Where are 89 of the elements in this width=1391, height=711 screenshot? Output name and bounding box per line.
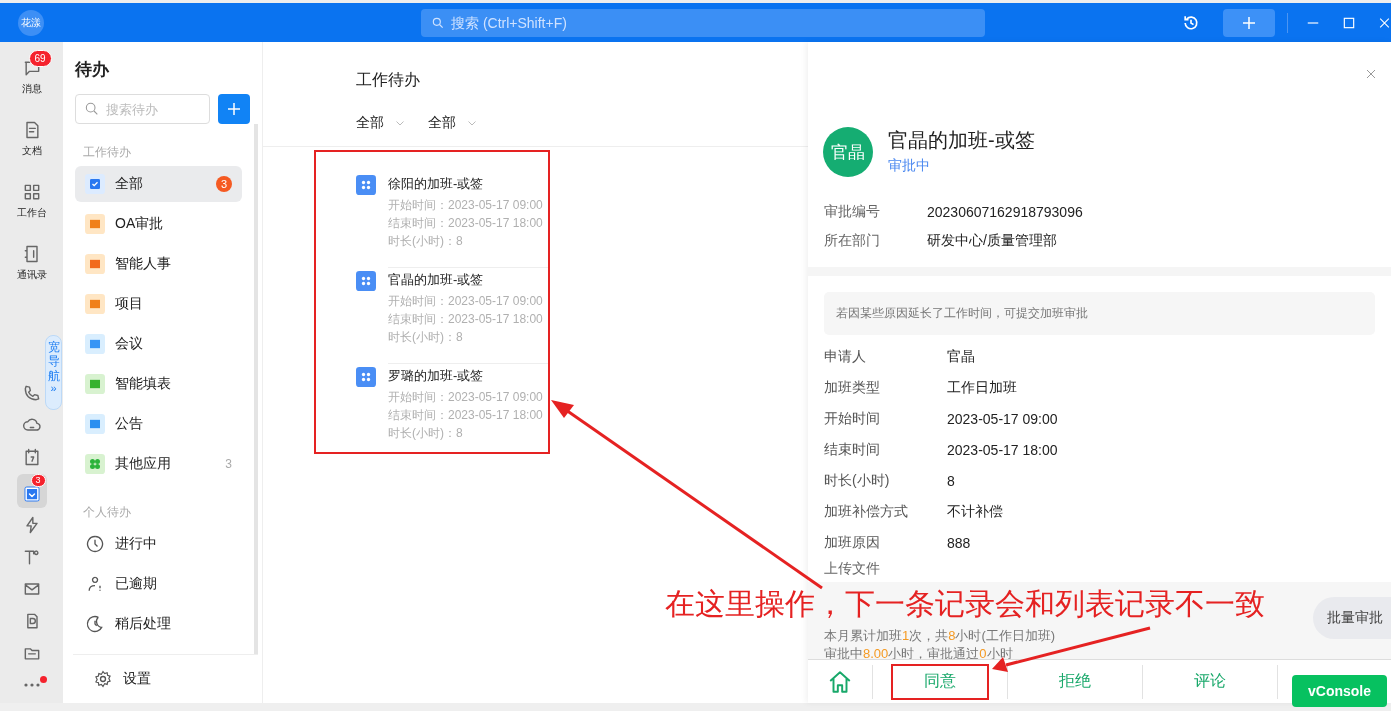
rail-label: 通讯录: [16, 268, 47, 282]
field-label: 开始时间: [824, 409, 881, 428]
sidebar-item[interactable]: 全部 3: [75, 166, 242, 202]
section-heading: 个人待办: [82, 504, 132, 521]
summary-text: 本月累计加班1次，共8小时(工作日加班): [824, 627, 1057, 645]
list-title: 工作待办: [355, 70, 421, 90]
settings-icon: [93, 669, 113, 689]
field-label: 加班补偿方式: [824, 502, 909, 521]
close-icon[interactable]: [1378, 15, 1391, 30]
category-icon: [85, 294, 105, 314]
category-icon: [85, 334, 105, 354]
summary-text: 审批中8.00小时，审批通过0小时: [824, 645, 1014, 659]
todo-search-field[interactable]: 搜索待办: [75, 94, 210, 124]
settings-item[interactable]: 设置: [73, 654, 258, 703]
category-icon: [85, 414, 105, 434]
batch-approve-button[interactable]: 批量审批: [1313, 597, 1391, 639]
app-icon: [356, 271, 376, 291]
status-icon: [85, 614, 105, 634]
sidebar-title: 待办: [74, 59, 110, 81]
field-label: 审批编号: [824, 202, 881, 221]
app-icon: [356, 175, 376, 195]
field-value: 2023-05-17 09:00: [947, 410, 1058, 427]
section-heading: 工作待办: [82, 144, 132, 161]
home-icon[interactable]: [827, 668, 853, 695]
search-icon: [431, 15, 445, 30]
rail-item[interactable]: 工作台: [6, 174, 57, 236]
approval-title: 官晶的加班-或签: [888, 128, 1035, 153]
annotation-text: 在这里操作，下一条记录会和列表记录不一致: [665, 586, 1265, 622]
category-icon: [85, 374, 105, 394]
field-label: 加班原因: [824, 533, 881, 552]
category-icon: [85, 214, 105, 234]
field-value: 官晶: [947, 347, 975, 366]
category-icon: [85, 174, 105, 194]
field-value: 不计补偿: [947, 502, 1003, 521]
field-label: 加班类型: [824, 378, 881, 397]
field-value: 2023-05-17 18:00: [947, 441, 1058, 458]
sidebar-item[interactable]: 智能人事: [75, 246, 242, 282]
todo-item[interactable]: 官晶的加班-或签 开始时间：2023-05-17 09:00 结束时间：2023-05-17 18:00 时长(小时)：8: [356, 268, 546, 363]
count-badge: 3: [216, 176, 232, 192]
sidebar-item[interactable]: 公告: [75, 406, 242, 442]
unread-badge: 3: [30, 474, 46, 487]
rail-label: 文档: [21, 144, 42, 158]
rail-item[interactable]: 通讯录: [6, 236, 57, 298]
maximize-icon[interactable]: [1342, 15, 1356, 30]
global-search-field[interactable]: 搜索 (Ctrl+Shift+F): [421, 8, 985, 37]
hint-text: 若因某些原因延长了工作时间，可提交加班审批: [824, 292, 1375, 335]
search-icon: [84, 101, 100, 117]
field-value: 工作日加班: [947, 378, 1017, 397]
close-icon[interactable]: [1365, 68, 1377, 80]
rail-label: 工作台: [16, 206, 47, 220]
todo-item[interactable]: 徐阳的加班-或签 开始时间：2023-05-17 09:00 结束时间：2023-05-17 18:00 时长(小时)：8: [356, 172, 546, 267]
item-count: 3: [225, 457, 232, 471]
field-label: 所在部门: [824, 231, 881, 250]
field-label: 结束时间: [824, 440, 881, 459]
new-todo-button[interactable]: [218, 94, 250, 124]
add-button[interactable]: [1223, 8, 1275, 37]
sidebar-item[interactable]: 智能填表: [75, 366, 242, 402]
field-value: 8: [947, 472, 955, 489]
field-value: 888: [947, 534, 971, 551]
plus-icon: [225, 100, 243, 118]
sidebar-item[interactable]: 稍后处理: [75, 606, 242, 642]
field-label: 上传文件: [824, 560, 880, 576]
sidebar-item[interactable]: OA审批: [75, 206, 242, 242]
field-value: 20230607162918793096: [927, 203, 1083, 220]
sidebar-item[interactable]: 项目: [75, 286, 242, 322]
rail-item[interactable]: 消息 69: [6, 50, 57, 112]
unread-badge: 69: [28, 50, 52, 67]
app-icon: [356, 367, 376, 387]
filter-dropdown[interactable]: 全部: [428, 114, 478, 132]
wide-nav-toggle[interactable]: 宽导航 »: [45, 335, 62, 410]
field-label: 申请人: [824, 347, 867, 366]
status-icon: [85, 534, 105, 554]
rail-label: 消息: [21, 82, 42, 96]
field-label: 时长(小时): [824, 471, 891, 490]
sidebar-item[interactable]: 其他应用 3: [75, 446, 242, 482]
field-value: 研发中心/质量管理部: [927, 231, 1057, 250]
avatar: 官晶: [823, 127, 873, 177]
sidebar-item[interactable]: 会议: [75, 326, 242, 362]
category-icon: [85, 254, 105, 274]
todo-item[interactable]: 罗璐的加班-或签 开始时间：2023-05-17 09:00 结束时间：2023-05-17 18:00 时长(小时)：8: [356, 364, 546, 459]
rail-item[interactable]: 文档: [6, 112, 57, 174]
approval-status: 审批中: [888, 157, 931, 175]
rail-item[interactable]: 3: [16, 474, 47, 508]
sidebar-item[interactable]: 进行中: [75, 526, 242, 562]
more-icon: [23, 683, 40, 687]
category-icon: [85, 454, 105, 474]
app-logo: 花漾: [18, 9, 44, 36]
filter-dropdown[interactable]: 全部: [356, 114, 406, 132]
sidebar-item[interactable]: 已逾期: [75, 566, 242, 602]
